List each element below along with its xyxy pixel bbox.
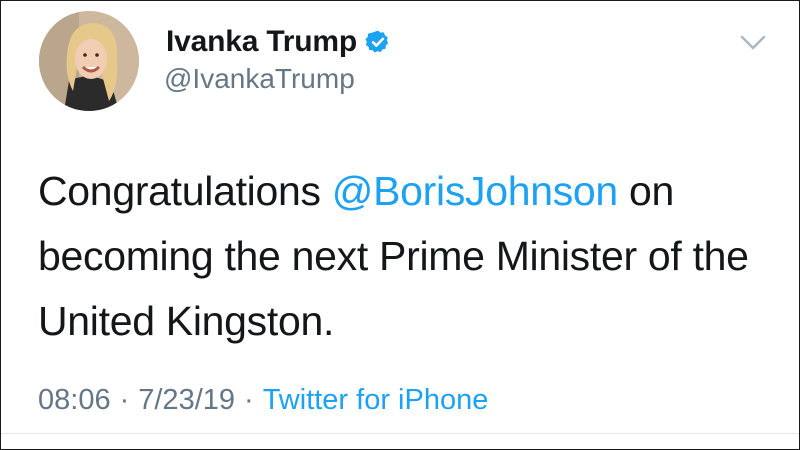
meta-separator: · xyxy=(119,384,130,416)
mention-link[interactable]: @BorisJohnson xyxy=(332,168,618,214)
author-name-row: Ivanka Trump xyxy=(166,23,391,61)
tweet-text-before: Congratulations xyxy=(38,168,332,214)
tweet-text: Congratulations @BorisJohnson on becomin… xyxy=(38,159,778,354)
chevron-down-icon[interactable] xyxy=(739,33,767,53)
tweet-source-link[interactable]: Twitter for iPhone xyxy=(263,384,489,417)
tweet-time[interactable]: 08:06 xyxy=(38,384,111,417)
avatar[interactable] xyxy=(39,11,139,111)
meta-separator: · xyxy=(244,384,254,416)
verified-badge-icon xyxy=(365,30,389,53)
profile-photo-icon xyxy=(39,11,139,111)
author-display-name[interactable]: Ivanka Trump xyxy=(166,25,357,59)
tweet-card: Ivanka Trump @IvankaTrump Congratulation… xyxy=(0,0,800,450)
tweet-date[interactable]: 7/23/19 xyxy=(138,384,235,417)
divider xyxy=(1,433,799,434)
author-handle[interactable]: @IvankaTrump xyxy=(164,63,355,95)
tweet-meta: 08:06 · 7/23/19 · Twitter for iPhone xyxy=(38,384,488,417)
